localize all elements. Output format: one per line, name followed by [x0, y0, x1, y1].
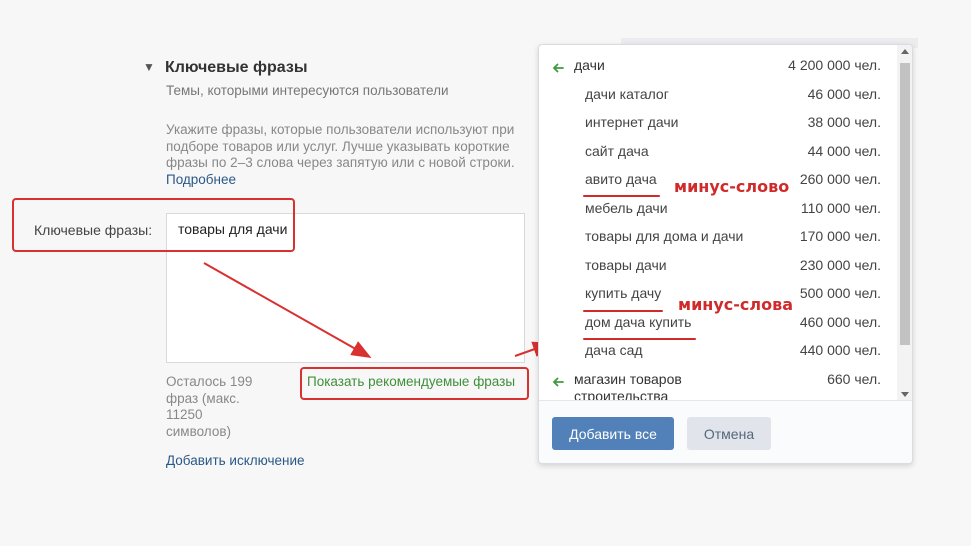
phrase-count: 110 000 чел. [800, 200, 881, 216]
phrase-group-row[interactable]: магазин товаров строительства 660 чел. [539, 371, 896, 400]
annotation-underline [583, 338, 696, 340]
phrase-count: 170 000 чел. [799, 228, 881, 244]
phrase-text: товары для дома и дачи [585, 228, 744, 244]
phrase-count: 260 000 чел. [799, 171, 881, 187]
phrase-text: дачи [574, 57, 605, 73]
phrase-count: 44 000 чел. [807, 143, 881, 159]
phrase-count: 500 000 чел. [799, 285, 881, 301]
phrase-count: 46 000 чел. [807, 86, 881, 102]
phrase-text: магазин товаров строительства [574, 371, 682, 400]
phrase-text: сайт дача [585, 143, 649, 159]
scroll-down-icon[interactable] [901, 392, 909, 397]
phrase-row[interactable]: интернет дачи 38 000 чел. [539, 114, 896, 142]
phrase-text: дача сад [585, 342, 643, 358]
scrollbar[interactable] [897, 45, 912, 401]
scroll-up-icon[interactable] [901, 49, 909, 54]
cancel-button[interactable]: Отмена [687, 417, 771, 450]
phrase-row[interactable]: мебель дачи 110 000 чел. [539, 200, 896, 228]
add-all-button[interactable]: Добавить все [552, 417, 674, 450]
phrase-count: 460 000 чел. [799, 314, 881, 330]
phrase-count: 230 000 чел. [799, 257, 881, 273]
phrase-text: авито дача [585, 171, 657, 187]
scroll-thumb[interactable] [900, 63, 910, 345]
phrase-text: товары дачи [585, 257, 667, 273]
phrase-row[interactable]: дачи каталог 46 000 чел. [539, 86, 896, 114]
phrase-list[interactable]: дачи 4 200 000 чел. дачи каталог 46 000 чел… [539, 45, 896, 400]
annotation-minus-words: минус-слова [678, 295, 794, 314]
phrase-text: дачи каталог [585, 86, 669, 102]
recommended-phrases-popup: дачи 4 200 000 чел. дачи каталог 46 000 чел… [538, 44, 913, 464]
annotation-underline [583, 195, 660, 197]
annotation-minus-word: минус-слово [674, 177, 790, 196]
annotation-arrow-1 [203, 262, 372, 358]
phrase-group-row[interactable]: дачи 4 200 000 чел. [539, 57, 896, 85]
phrase-count: 38 000 чел. [807, 114, 881, 130]
phrase-row[interactable]: дача сад 440 000 чел. [539, 342, 896, 370]
phrase-text: дом дача купить [585, 314, 692, 330]
annotation-underline [583, 310, 663, 312]
phrase-row[interactable]: товары для дома и дачи 170 000 чел. [539, 228, 896, 256]
phrase-text: купить дачу [585, 285, 662, 301]
phrase-count: 660 чел. [827, 371, 881, 387]
popup-footer: Добавить все Отмена [539, 400, 912, 463]
phrase-count: 4 200 000 чел. [788, 57, 881, 73]
phrase-count: 440 000 чел. [799, 342, 881, 358]
phrase-row[interactable]: сайт дача 44 000 чел. [539, 143, 896, 171]
left-arrow-icon[interactable] [552, 376, 564, 388]
phrase-row[interactable]: товары дачи 230 000 чел. [539, 257, 896, 285]
phrase-text: интернет дачи [585, 114, 679, 130]
left-arrow-icon[interactable] [552, 62, 564, 74]
phrase-text: мебель дачи [585, 200, 668, 216]
